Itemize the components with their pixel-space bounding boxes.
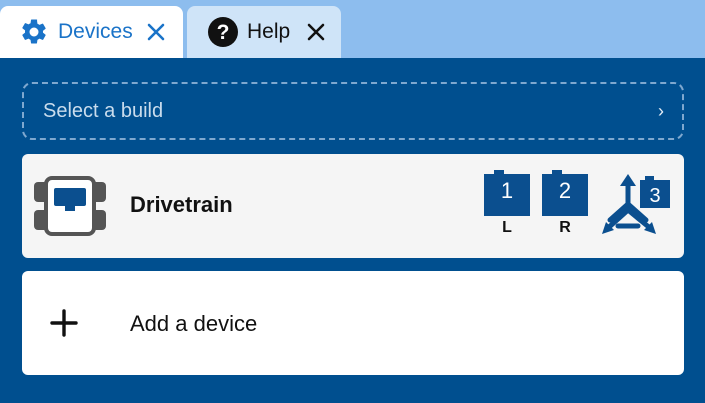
device-card-drivetrain[interactable]: Drivetrain 1 L 2 R 3 xyxy=(22,154,684,258)
close-icon[interactable] xyxy=(305,21,327,43)
port-number: 1 xyxy=(500,178,514,203)
port-side-label: R xyxy=(559,219,571,236)
add-device-label: Add a device xyxy=(130,311,258,336)
svg-text:?: ? xyxy=(217,21,230,44)
tab-help-label: Help xyxy=(247,20,291,43)
build-select-placeholder: Select a build xyxy=(43,99,164,122)
plus-icon xyxy=(50,309,78,337)
gear-icon xyxy=(18,16,50,48)
question-icon: ? xyxy=(207,16,239,48)
gyro-port-number: 3 xyxy=(649,185,660,207)
port-box: 2 xyxy=(542,170,588,216)
drivetrain-icon xyxy=(34,176,106,236)
device-name: Drivetrain xyxy=(130,192,233,217)
tab-bar: Devices ? Help xyxy=(0,0,705,58)
devices-panel: Select a build › Drivetrain 1 L 2 R 3 Ad… xyxy=(0,58,705,403)
port-number: 2 xyxy=(558,178,572,203)
port-box: 1 xyxy=(484,170,530,216)
tab-help[interactable]: ? Help xyxy=(187,6,341,58)
port-side-label: L xyxy=(502,219,512,236)
build-select[interactable]: Select a build › xyxy=(22,82,684,140)
chevron-right-icon: › xyxy=(658,100,664,121)
gyro-icon: 3 xyxy=(602,174,674,236)
tab-devices-label: Devices xyxy=(58,20,133,43)
port-1: 1 L xyxy=(484,170,530,237)
tab-devices[interactable]: Devices xyxy=(0,6,183,58)
add-device-button[interactable]: Add a device xyxy=(22,271,684,375)
port-2: 2 R xyxy=(542,170,588,237)
close-icon[interactable] xyxy=(145,21,167,43)
